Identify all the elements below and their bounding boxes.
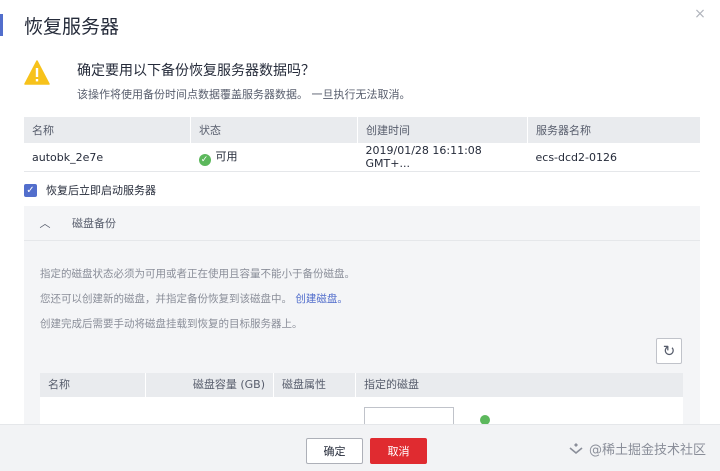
backup-server: ecs-dcd2-0126 <box>527 143 700 172</box>
disk-col-attribute: 磁盘属性 <box>273 373 355 397</box>
dialog-title: 恢复服务器 <box>24 16 120 38</box>
check-circle-icon: ✓ <box>198 154 211 166</box>
col-status: 状态 <box>190 117 358 143</box>
chevron-up-icon[interactable]: ︿ <box>30 215 60 231</box>
backup-status: ✓ 可用 <box>190 143 358 172</box>
disk-col-name: 名称 <box>40 373 145 397</box>
backup-table-header: 名称 状态 创建时间 服务器名称 <box>24 117 700 143</box>
disk-table-header: 名称 磁盘容量 (GB) 磁盘属性 指定的磁盘 <box>40 373 683 397</box>
disk-note-2-text: 您还可以创建新的磁盘，并指定备份恢复到该磁盘中。 <box>40 293 292 305</box>
disk-note-3: 创建完成后需要手动将磁盘挂载到恢复的目标服务器上。 <box>40 318 303 330</box>
confirm-question: 确定要用以下备份恢复服务器数据吗？ <box>77 63 315 79</box>
col-name: 名称 <box>24 117 191 143</box>
col-created: 创建时间 <box>357 117 528 143</box>
create-disk-link[interactable]: 创建磁盘。 <box>295 293 348 305</box>
table-row: autobk_2e7e ✓ 可用 2019/01/28 16:11:08 GMT+… <box>24 143 700 172</box>
juejin-logo-icon <box>569 442 583 454</box>
title-accent-bar <box>0 14 3 36</box>
watermark: @稀土掘金技术社区 <box>568 439 706 458</box>
backup-created: 2019/01/28 16:11:08 GMT+... <box>357 143 528 172</box>
dialog-footer: 确定 取消 @稀土掘金技术社区 <box>0 424 720 471</box>
backup-table: 名称 状态 创建时间 服务器名称 autobk_2e7e ✓ 可用 2019/01… <box>24 117 700 172</box>
cancel-button[interactable]: 取消 <box>370 438 427 464</box>
warning-icon <box>24 60 50 85</box>
disk-col-capacity: 磁盘容量 (GB) <box>145 373 273 397</box>
watermark-text: @稀土掘金技术社区 <box>588 443 706 458</box>
start-after-restore-label: 恢复后立即启动服务器 <box>46 184 156 197</box>
close-icon[interactable]: × <box>692 6 708 22</box>
disk-note-2: 您还可以创建新的磁盘，并指定备份恢复到该磁盘中。 创建磁盘。 <box>40 291 348 306</box>
status-text: 可用 <box>215 150 238 163</box>
backup-name: autobk_2e7e <box>24 143 191 172</box>
start-after-restore-checkbox[interactable]: ✓ <box>24 183 37 197</box>
refresh-button[interactable]: ↻ <box>656 338 682 364</box>
disk-col-target: 指定的磁盘 <box>355 373 683 397</box>
disk-backup-title: 磁盘备份 <box>72 217 116 230</box>
confirm-description: 该操作将使用备份时间点数据覆盖服务器数据。 一旦执行无法取消。 <box>77 88 411 101</box>
start-after-restore-option[interactable]: ✓ 恢复后立即启动服务器 <box>24 182 156 198</box>
col-server: 服务器名称 <box>527 117 700 143</box>
ok-button[interactable]: 确定 <box>306 438 363 464</box>
disk-note-1: 指定的磁盘状态必须为可用或者正在使用且容量不能小于备份磁盘。 <box>40 268 355 280</box>
disk-backup-header[interactable]: ︿ 磁盘备份 <box>24 206 700 241</box>
